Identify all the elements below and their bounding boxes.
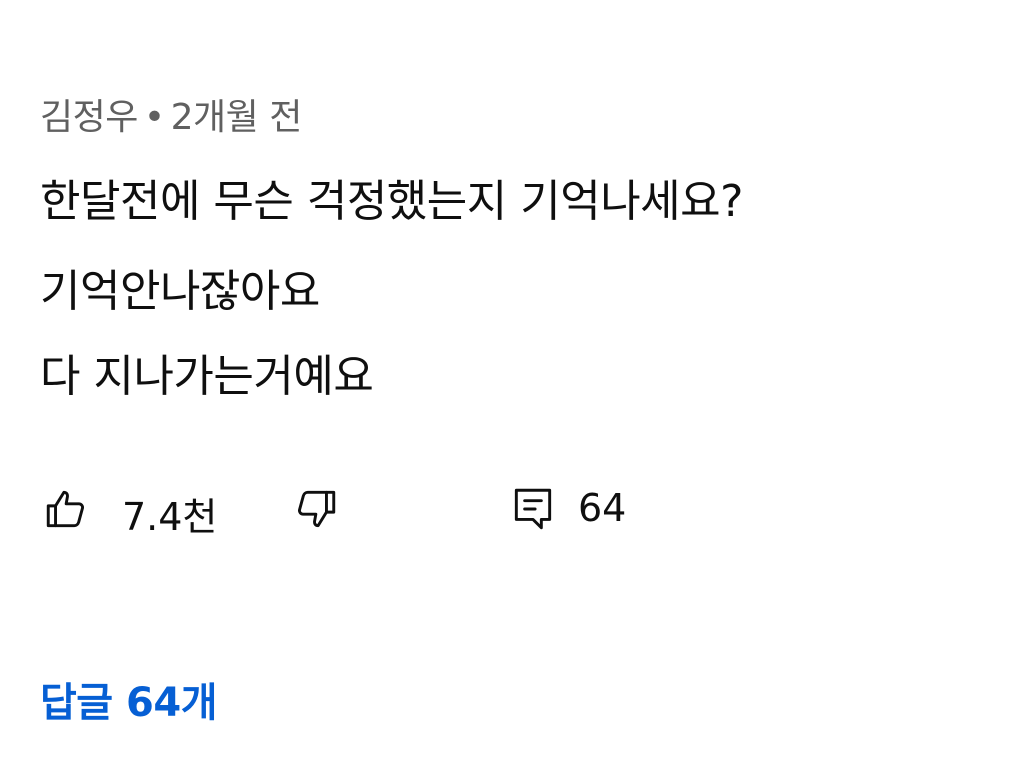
comment-icon [514,488,552,530]
thumbs-down-icon [298,490,336,528]
view-replies-link[interactable]: 답글 64개 [40,670,218,728]
like-count: 7.4천 [122,495,218,539]
comment-meta: 김정우 • 2개월 전 [40,88,302,140]
comment-text-line-3: 다 지나가는거예요 [40,351,374,402]
dislike-button[interactable] [284,478,346,540]
comment-author[interactable]: 김정우 [40,97,138,138]
reply-button[interactable] [502,478,564,540]
thumbs-up-icon [46,490,84,528]
comment-actions: 7.4천 64 [40,478,1000,548]
comment-text-line-2: 기억안나잖아요 [40,266,320,317]
like-button[interactable] [36,478,98,540]
meta-separator: • [143,97,165,138]
comment-time[interactable]: 2개월 전 [171,97,303,138]
comment-text-line-1: 한달전에 무슨 걱정했는지 기억나세요? [40,176,744,227]
reply-count: 64 [578,486,627,530]
